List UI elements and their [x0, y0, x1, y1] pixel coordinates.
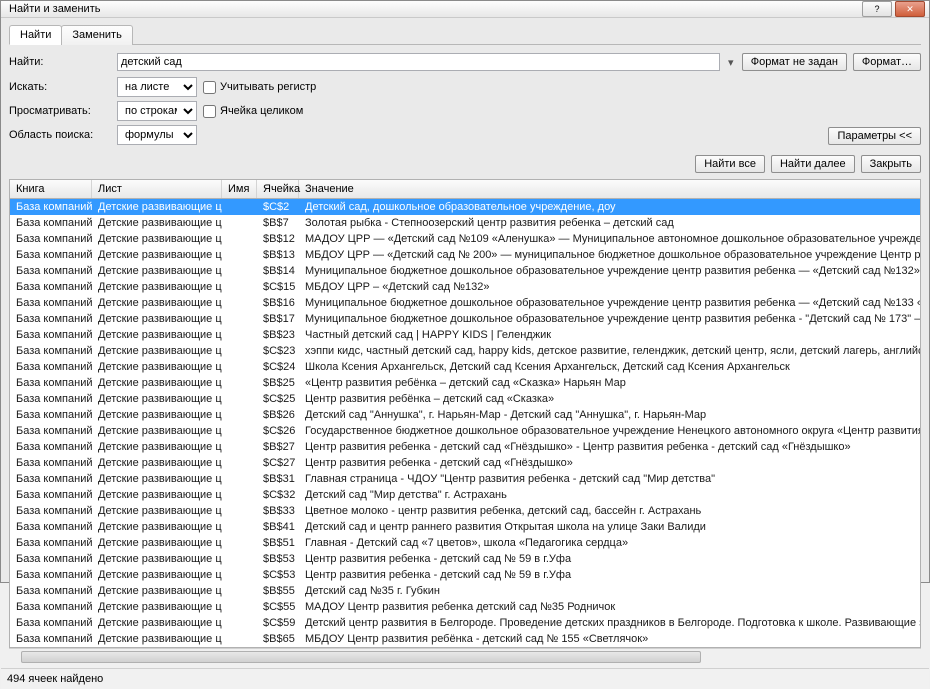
result-row[interactable]: База компаний.xlsxДетские развивающие це…: [10, 375, 920, 391]
result-row[interactable]: База компаний.xlsxДетские развивающие це…: [10, 567, 920, 583]
find-next-button[interactable]: Найти далее: [771, 155, 855, 173]
col-value[interactable]: Значение: [299, 180, 920, 198]
search-in-select[interactable]: на листе: [117, 77, 197, 97]
result-row[interactable]: База компаний.xlsxДетские развивающие це…: [10, 359, 920, 375]
result-row[interactable]: База компаний.xlsxДетские развивающие це…: [10, 471, 920, 487]
result-row[interactable]: База компаний.xlsxДетские развивающие це…: [10, 279, 920, 295]
whole-cell-checkbox[interactable]: Ячейка целиком: [203, 105, 303, 118]
result-row[interactable]: База компаний.xlsxДетские развивающие це…: [10, 263, 920, 279]
col-sheet[interactable]: Лист: [92, 180, 222, 198]
col-cell[interactable]: Ячейка: [257, 180, 299, 198]
result-row[interactable]: База компаний.xlsxДетские развивающие це…: [10, 519, 920, 535]
options-button[interactable]: Параметры <<: [828, 127, 921, 145]
result-headers: Книга Лист Имя Ячейка Значение: [9, 179, 921, 198]
tab-find[interactable]: Найти: [9, 25, 62, 45]
result-row[interactable]: База компаний.xlsxДетские развивающие це…: [10, 407, 920, 423]
result-row[interactable]: База компаний.xlsxДетские развивающие це…: [10, 343, 920, 359]
titlebar: Найти и заменить ? ✕: [1, 1, 929, 18]
scope-select[interactable]: формулы: [117, 125, 197, 145]
scope-label: Область поиска:: [9, 129, 111, 141]
col-book[interactable]: Книга: [10, 180, 92, 198]
tab-replace[interactable]: Заменить: [61, 25, 132, 45]
status-bar: 494 ячеек найдено: [1, 668, 929, 689]
find-label: Найти:: [9, 56, 111, 68]
result-row[interactable]: База компаний.xlsxДетские развивающие це…: [10, 487, 920, 503]
find-input[interactable]: [117, 53, 720, 71]
result-row[interactable]: База компаний.xlsxДетские развивающие це…: [10, 599, 920, 615]
result-row[interactable]: База компаний.xlsxДетские развивающие це…: [10, 311, 920, 327]
close-button[interactable]: Закрыть: [861, 155, 921, 173]
result-row[interactable]: База компаний.xlsxДетские развивающие це…: [10, 215, 920, 231]
help-button[interactable]: ?: [862, 1, 892, 17]
direction-label: Просматривать:: [9, 105, 111, 117]
result-row[interactable]: База компаний.xlsxДетские развивающие це…: [10, 327, 920, 343]
result-row[interactable]: База компаний.xlsxДетские развивающие це…: [10, 423, 920, 439]
search-in-label: Искать:: [9, 81, 111, 93]
result-row[interactable]: База компаний.xlsxДетские развивающие це…: [10, 295, 920, 311]
result-row[interactable]: База компаний.xlsxДетские развивающие це…: [10, 631, 920, 647]
dropdown-icon[interactable]: ▾: [726, 56, 736, 69]
window-title: Найти и заменить: [9, 3, 100, 15]
horizontal-scrollbar[interactable]: [9, 648, 921, 664]
find-replace-dialog: Найти и заменить ? ✕ Найти Заменить Найт…: [0, 0, 930, 583]
result-row[interactable]: База компаний.xlsxДетские развивающие це…: [10, 583, 920, 599]
result-row[interactable]: База компаний.xlsxДетские развивающие це…: [10, 391, 920, 407]
result-row[interactable]: База компаний.xlsxДетские развивающие це…: [10, 615, 920, 631]
result-row[interactable]: База компаний.xlsxДетские развивающие це…: [10, 455, 920, 471]
format-button[interactable]: Формат…: [853, 53, 921, 71]
result-row[interactable]: База компаний.xlsxДетские развивающие це…: [10, 199, 920, 215]
result-row[interactable]: База компаний.xlsxДетские развивающие це…: [10, 439, 920, 455]
close-window-button[interactable]: ✕: [895, 1, 925, 17]
col-name[interactable]: Имя: [222, 180, 257, 198]
no-format-button[interactable]: Формат не задан: [742, 53, 847, 71]
results-list[interactable]: База компаний.xlsxДетские развивающие це…: [9, 198, 921, 648]
result-row[interactable]: База компаний.xlsxДетские развивающие це…: [10, 551, 920, 567]
result-row[interactable]: База компаний.xlsxДетские развивающие це…: [10, 535, 920, 551]
result-row[interactable]: База компаний.xlsxДетские развивающие це…: [10, 247, 920, 263]
tab-row: Найти Заменить: [9, 24, 921, 45]
match-case-checkbox[interactable]: Учитывать регистр: [203, 81, 316, 94]
result-row[interactable]: База компаний.xlsxДетские развивающие це…: [10, 503, 920, 519]
find-all-button[interactable]: Найти все: [695, 155, 765, 173]
result-row[interactable]: База компаний.xlsxДетские развивающие це…: [10, 231, 920, 247]
direction-select[interactable]: по строкам: [117, 101, 197, 121]
